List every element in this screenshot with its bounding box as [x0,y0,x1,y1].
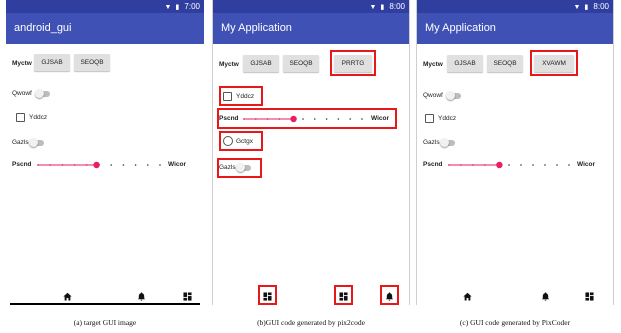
seekbar-tick [544,164,546,166]
switch-qwowf[interactable] [446,91,461,100]
button-gjsab[interactable]: GJSAB [447,55,483,72]
seekbar-tick [448,164,450,166]
home-icon[interactable] [63,292,72,301]
caption-c: (c) GUI code generated by PixCoder [459,318,571,327]
seekbar-graphic [37,161,161,169]
status-icons: ▼ ▮ [164,4,181,11]
seekbar-tick [37,164,39,166]
app-bar: My Application [417,13,613,44]
seekbar-tick [520,164,522,166]
checkbox-label-yddcz: Yddcz [438,115,457,122]
checkbox-yddcz[interactable] [425,114,434,123]
home-icon[interactable] [463,292,472,301]
app-title: android_gui [14,22,72,34]
caption-a: (a) target GUI image [73,318,137,327]
bottom-nav [6,290,204,305]
status-bar: ▼ ▮ 7:00 [6,0,204,13]
seekbar-tick [159,164,161,166]
highlight-box [217,108,397,129]
slider-label: Pscnd [423,161,443,168]
seekbar-tick [85,164,88,166]
status-time: 8:00 [593,2,609,11]
button-seoqb[interactable]: SEOQB [487,55,523,72]
checkbox-yddcz[interactable] [16,113,25,122]
panel-pixcoder: ▼ ▮ 8:00 My Application Myctw GJSAB SEOQ… [416,0,614,305]
seekbar-tick [49,164,52,166]
seekbar-tick [484,164,486,166]
seekbar-tick [532,164,534,166]
grid-icon[interactable] [585,292,594,301]
switch-gazls[interactable] [440,138,455,147]
highlight-box [380,285,399,305]
status-time: 7:00 [184,2,200,11]
nav-divider [10,303,200,305]
button-seoqb[interactable]: SEOQB [283,55,319,72]
switch-label-qwowf: Qwowf [423,92,443,99]
switch-gazls[interactable] [29,138,44,147]
seekbar-thumb [496,161,503,169]
switch-label-gazls: Gazls [12,139,29,146]
bell-icon[interactable] [541,292,550,301]
seekbar-tick [460,164,462,166]
content-area: Myctw GJSAB SEOQB Qwowf Yddcz Gazls Pscn… [6,44,204,289]
seekbar-tick [568,164,570,166]
highlight-box [530,50,578,76]
switch-label-gazls: Gazls [423,139,440,146]
highlight-box [334,285,353,305]
switch-qwowf[interactable] [35,89,50,98]
seekbar[interactable] [34,161,164,169]
seekbar[interactable] [445,161,573,169]
highlight-box [219,131,263,151]
button-gjsab[interactable]: GJSAB [34,54,70,71]
app-title: My Application [221,22,292,34]
bell-icon[interactable] [137,292,146,301]
switch-label-qwowf: Qwowf [12,90,32,97]
panel-pix2code: ▼ ▮ 8:00 My Application Myctw GJSAB SEOQ… [212,0,410,305]
status-bar: ▼ ▮ 8:00 [417,0,613,13]
highlight-box [219,86,263,106]
highlight-box [217,158,262,178]
seekbar-thumb [93,161,100,169]
status-bar: ▼ ▮ 8:00 [213,0,409,13]
bottom-nav [213,285,409,305]
slider-label: Pscnd [12,161,32,168]
content-area: Myctw GJSAB SEOQB PRRTG Yddcz Pscnd Wico… [213,44,409,289]
status-icons: ▼ ▮ [573,4,590,11]
status-time: 8:00 [389,2,405,11]
app-bar: android_gui [6,13,204,44]
seekbar-tick [110,164,112,166]
row-label: Myctw [219,61,239,68]
highlight-box [330,50,376,76]
app-title: My Application [425,22,496,34]
panel-target-gui: ▼ ▮ 7:00 android_gui Myctw GJSAB SEOQB Q… [6,0,204,305]
seekbar-graphic [448,161,570,169]
app-bar: My Application [213,13,409,44]
highlight-box [258,285,277,305]
grid-icon[interactable] [183,292,192,301]
content-area: Myctw GJSAB SEOQB XVAWM Qwowf Yddcz Gazl… [417,44,613,289]
bottom-nav [417,290,613,305]
slider-end-label: Wicor [577,161,595,168]
button-gjsab[interactable]: GJSAB [243,55,279,72]
seekbar-tick [147,164,149,166]
seekbar-tick [556,164,558,166]
seekbar-tick [472,164,474,166]
slider-end-label: Wicor [168,161,186,168]
row-label: Myctw [12,60,32,67]
caption-b: (b)GUI code generated by pix2code [257,318,365,327]
seekbar-tick [134,164,137,166]
status-icons: ▼ ▮ [369,4,386,11]
seekbar-tick [122,164,125,166]
seekbar-tick [73,164,76,166]
checkbox-label-yddcz: Yddcz [29,114,48,121]
seekbar-tick [508,164,510,166]
button-seoqb[interactable]: SEOQB [74,54,110,71]
row-label: Myctw [423,61,443,68]
seekbar-tick [61,164,64,166]
